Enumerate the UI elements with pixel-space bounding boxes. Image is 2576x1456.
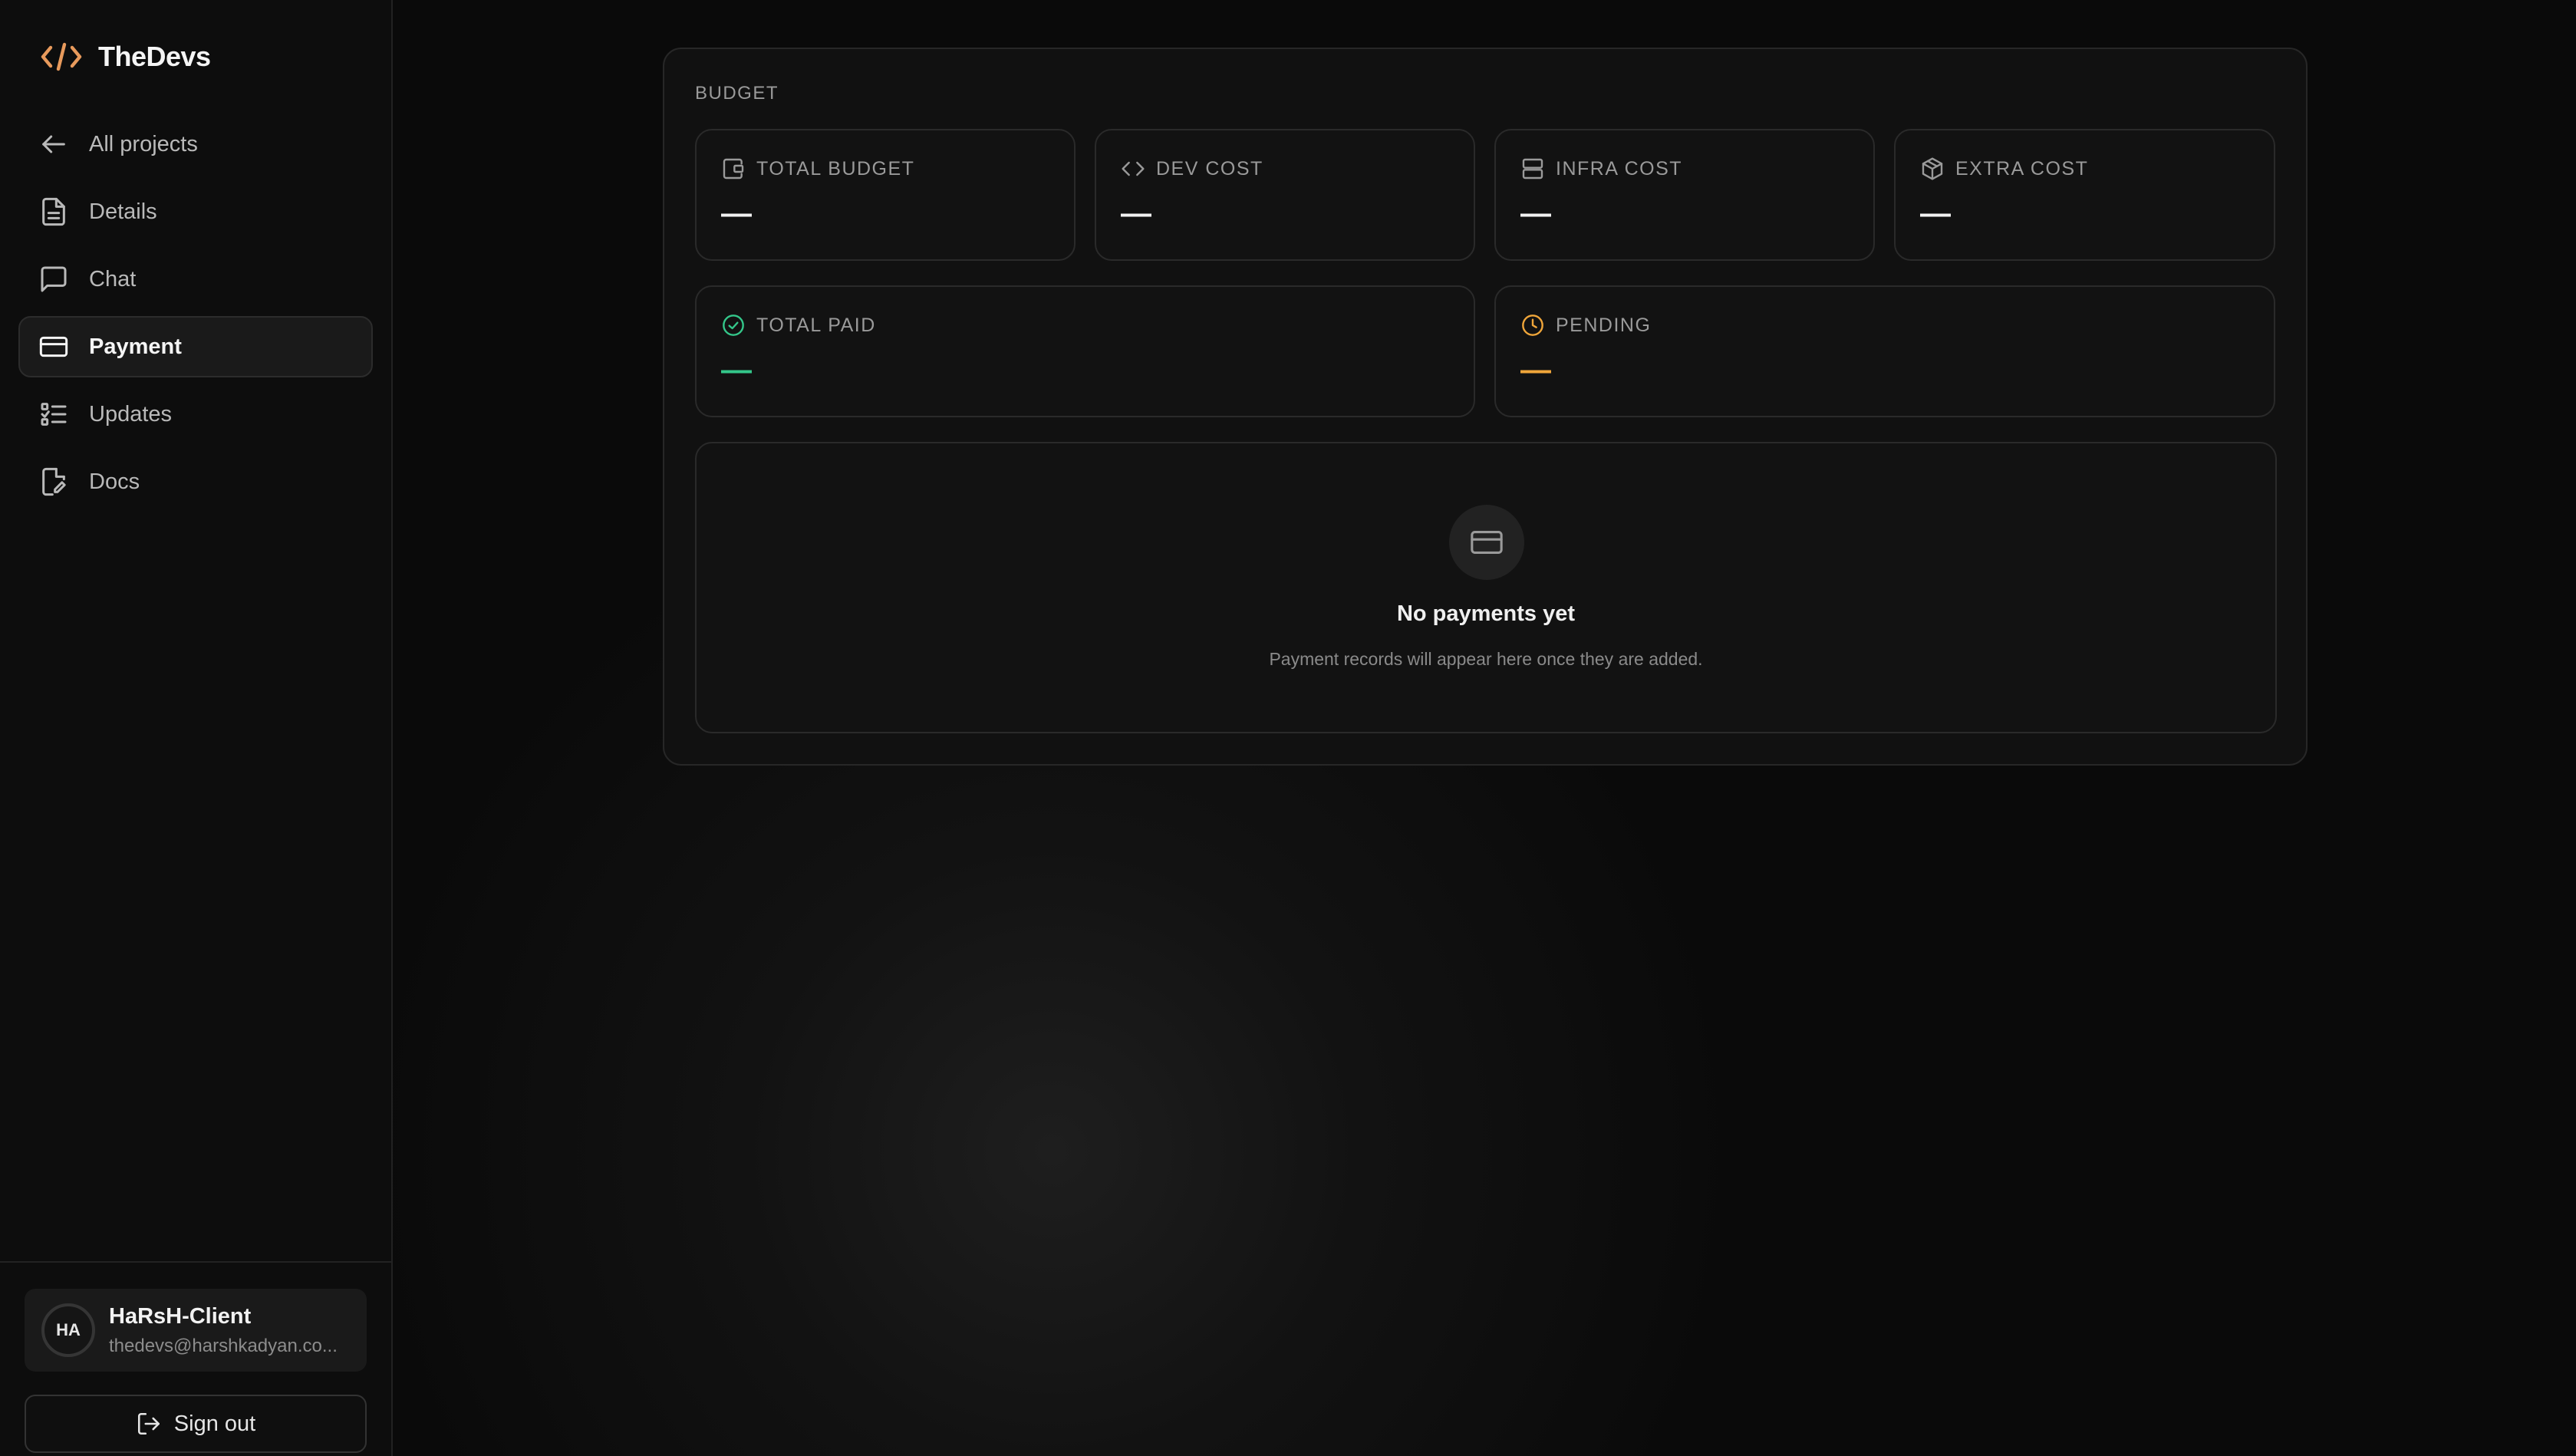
stat-value: — — [721, 196, 752, 230]
user-email: thedevs@harshkadyan.co... — [109, 1335, 338, 1356]
stat-value: — — [1121, 196, 1151, 230]
avatar: HA — [41, 1303, 95, 1357]
credit-card-icon — [1471, 531, 1503, 554]
stat-header: TOTAL PAID — [721, 313, 876, 338]
main-content: BUDGET TOTAL BUDGET — DEV COST — INFRA C… — [393, 0, 2576, 1456]
sidebar-nav: All projects Details Chat Payment Update… — [18, 114, 373, 519]
sign-out-button[interactable]: Sign out — [25, 1395, 367, 1453]
stat-card-extra-cost: EXTRA COST — — [1894, 129, 2275, 261]
clock-icon — [1522, 315, 1543, 336]
stat-header: TOTAL BUDGET — [721, 156, 914, 181]
sidebar-item-label: Details — [89, 199, 157, 224]
code-logo-icon — [41, 42, 82, 71]
stat-label: TOTAL BUDGET — [756, 157, 915, 180]
sidebar-item-label: Updates — [89, 401, 173, 427]
empty-icon-wrap — [1449, 505, 1524, 580]
empty-subtitle: Payment records will appear here once th… — [1269, 649, 1703, 669]
file-edit-icon — [42, 467, 66, 496]
sidebar-item-docs[interactable]: Docs — [18, 451, 373, 512]
stat-value: — — [721, 353, 752, 387]
stat-header: EXTRA COST — [1920, 156, 2088, 181]
stat-label: TOTAL PAID — [756, 314, 876, 336]
file-text-icon — [42, 197, 65, 226]
code-icon — [1122, 161, 1145, 176]
server-icon — [1522, 158, 1543, 180]
wallet-icon — [723, 158, 744, 180]
sidebar-item-payment[interactable]: Payment — [18, 316, 373, 377]
package-icon — [1922, 157, 1943, 180]
payments-empty-state: No payments yet Payment records will app… — [695, 442, 2277, 733]
panel-title: BUDGET — [695, 83, 779, 104]
stat-card-pending: PENDING — — [1494, 285, 2275, 417]
stat-header: DEV COST — [1121, 156, 1263, 181]
stat-value: — — [1520, 353, 1551, 387]
stat-value: — — [1920, 196, 1951, 230]
brand[interactable]: TheDevs — [40, 38, 211, 75]
user-card[interactable]: HA HaRsH-Client thedevs@harshkadyan.co..… — [25, 1289, 367, 1372]
sign-out-label: Sign out — [173, 1411, 256, 1436]
user-name: HaRsH-Client — [109, 1303, 252, 1329]
list-checks-icon — [41, 403, 67, 426]
log-out-icon — [137, 1412, 160, 1435]
sidebar-item-details[interactable]: Details — [18, 181, 373, 242]
stat-card-infra-cost: INFRA COST — — [1494, 129, 1875, 261]
stat-header: INFRA COST — [1520, 156, 1682, 181]
message-square-icon — [41, 266, 67, 292]
sidebar: TheDevs All projects Details Chat Paymen… — [0, 0, 393, 1456]
sidebar-item-label: Docs — [89, 469, 140, 494]
arrow-left-icon — [42, 135, 65, 153]
user-meta: HaRsH-Client thedevs@harshkadyan.co... — [109, 1304, 347, 1357]
brand-name: TheDevs — [98, 41, 211, 72]
sidebar-item-chat[interactable]: Chat — [18, 249, 373, 310]
budget-panel: BUDGET TOTAL BUDGET — DEV COST — INFRA C… — [663, 48, 2308, 766]
empty-title: No payments yet — [1396, 601, 1576, 626]
sidebar-item-label: Chat — [89, 266, 137, 292]
check-circle-icon — [723, 315, 744, 336]
stat-label: INFRA COST — [1556, 157, 1683, 180]
stat-card-dev-cost: DEV COST — — [1095, 129, 1475, 261]
stat-label: PENDING — [1556, 314, 1652, 336]
credit-card-icon — [39, 336, 68, 357]
stat-label: DEV COST — [1156, 157, 1263, 180]
stat-card-total-paid: TOTAL PAID — — [695, 285, 1475, 417]
stat-card-total-budget: TOTAL BUDGET — — [695, 129, 1076, 261]
sidebar-footer: HA HaRsH-Client thedevs@harshkadyan.co..… — [0, 1261, 393, 1456]
sidebar-item-label: Payment — [89, 334, 182, 359]
sidebar-item-label: All projects — [89, 131, 198, 156]
sidebar-item-updates[interactable]: Updates — [18, 384, 373, 445]
app-root: TheDevs All projects Details Chat Paymen… — [0, 0, 2576, 1456]
stat-value: — — [1520, 196, 1551, 230]
stat-header: PENDING — [1520, 313, 1651, 338]
stat-label: EXTRA COST — [1955, 157, 2089, 180]
sidebar-item-all-projects[interactable]: All projects — [18, 114, 373, 175]
